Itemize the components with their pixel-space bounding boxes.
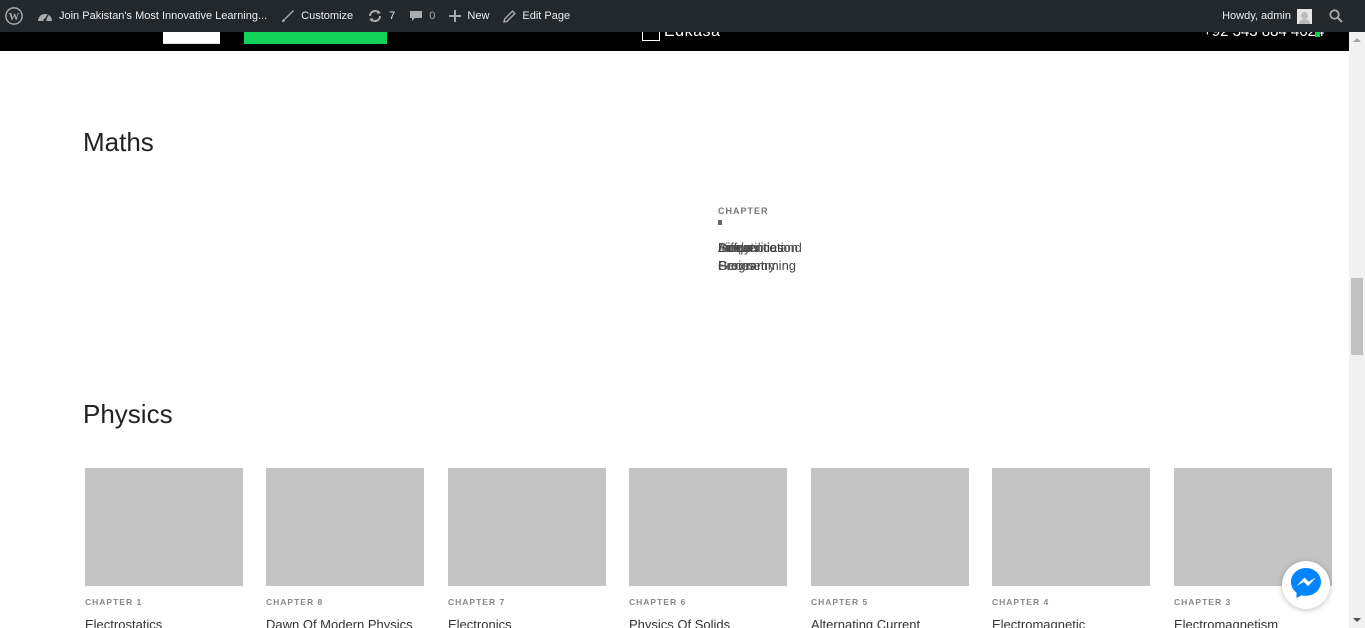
site-logo[interactable]: Edkasa — [664, 32, 720, 41]
new-label: New — [467, 10, 490, 22]
edit-page-link[interactable]: Edit Page — [496, 0, 577, 32]
vertical-scrollbar[interactable] — [1349, 32, 1365, 628]
chapter-number: CHAPTER 6 — [629, 597, 687, 607]
chapter-number: CHAPTER 1 — [85, 597, 143, 607]
updates-count: 7 — [389, 10, 396, 22]
chapter-title[interactable]: Linear Programming — [718, 239, 818, 275]
site-header: Edkasa +92 343 884 4024 — [0, 32, 1349, 51]
howdy-label: Howdy, admin — [1222, 10, 1291, 22]
wp-logo-menu[interactable]: W — [0, 0, 30, 32]
comment-icon — [409, 9, 423, 23]
pencil-icon — [503, 9, 517, 23]
chapter-thumbnail[interactable] — [266, 468, 424, 586]
chapter-number: CHAPTER 8 — [266, 597, 324, 607]
plus-icon — [449, 10, 462, 22]
call-to-action-button[interactable] — [244, 32, 387, 44]
menu-button[interactable] — [163, 32, 220, 44]
chapter-thumbnail[interactable] — [448, 468, 606, 586]
scroll-up-arrow-icon[interactable] — [1349, 32, 1365, 48]
edit-page-label: Edit Page — [522, 10, 571, 22]
phone-number[interactable]: +92 343 884 4024 — [1203, 32, 1324, 40]
chapter-title[interactable]: Physics Of Solids — [629, 617, 787, 628]
maths-section-title: Maths — [83, 127, 154, 157]
customize-label: Customize — [301, 10, 354, 22]
maths-chapter-stack[interactable]: CHAPTER Differentiation Sequence and Ser… — [718, 206, 838, 336]
site-name-menu[interactable]: Join Pakistan's Most Innovative Learning… — [30, 0, 274, 32]
chapter-title[interactable]: Electromagnetic — [992, 617, 1150, 628]
chapter-card[interactable]: CHAPTER 8 Dawn Of Modern Physics — [266, 468, 424, 628]
customize-link[interactable]: Customize — [274, 0, 360, 32]
chapter-title[interactable]: Alternating Current — [811, 617, 969, 628]
search-icon — [1329, 9, 1343, 23]
admin-bar-right: Howdy, admin — [1215, 0, 1365, 32]
admin-bar-left: W Join Pakistan's Most Innovative Learni… — [0, 0, 577, 32]
physics-section-title: Physics — [83, 399, 173, 429]
chapter-title[interactable]: Dawn Of Modern Physics — [266, 617, 424, 628]
avatar — [1297, 8, 1312, 24]
scroll-down-arrow-icon[interactable] — [1349, 612, 1365, 628]
chapter-label: CHAPTER — [718, 206, 769, 216]
brush-icon — [281, 9, 295, 23]
admin-search[interactable] — [1322, 0, 1365, 32]
logo-icon — [642, 32, 660, 41]
chapter-title[interactable]: Electronics — [448, 617, 606, 628]
chapter-number-glyph — [718, 220, 722, 225]
messenger-chat-button[interactable] — [1282, 561, 1330, 609]
my-account-menu[interactable]: Howdy, admin — [1215, 0, 1322, 32]
scrollbar-thumb[interactable] — [1351, 278, 1363, 355]
chapter-number: CHAPTER 4 — [992, 597, 1050, 607]
chapter-thumbnail[interactable] — [992, 468, 1150, 586]
chapter-number: CHAPTER 5 — [811, 597, 869, 607]
chapter-number: CHAPTER 7 — [448, 597, 506, 607]
svg-text:W: W — [9, 11, 20, 23]
chapter-title[interactable]: Electromagnetism — [1174, 617, 1332, 628]
whatsapp-icon — [1315, 32, 1320, 37]
updates-icon — [367, 9, 383, 23]
chapter-thumbnail[interactable] — [811, 468, 969, 586]
comments-count: 0 — [429, 10, 436, 22]
chapter-card[interactable]: CHAPTER 4 Electromagnetic — [992, 468, 1150, 628]
site-name-label: Join Pakistan's Most Innovative Learning… — [59, 10, 268, 22]
new-content-menu[interactable]: New — [442, 0, 496, 32]
chapter-thumbnail[interactable] — [85, 468, 243, 586]
chapter-card[interactable]: CHAPTER 7 Electronics — [448, 468, 606, 628]
chapter-card[interactable]: CHAPTER 5 Alternating Current — [811, 468, 969, 628]
updates-link[interactable]: 7 — [360, 0, 402, 32]
comments-link[interactable]: 0 — [402, 0, 442, 32]
messenger-icon — [1289, 566, 1323, 605]
chapter-card[interactable]: CHAPTER 1 Electrostatics — [85, 468, 243, 628]
wordpress-icon: W — [5, 7, 23, 25]
chapter-card[interactable]: CHAPTER 6 Physics Of Solids — [629, 468, 787, 628]
dashboard-icon — [37, 9, 53, 23]
chapter-thumbnail[interactable] — [629, 468, 787, 586]
chapter-title[interactable]: Electrostatics — [85, 617, 243, 628]
wp-admin-bar: W Join Pakistan's Most Innovative Learni… — [0, 0, 1365, 32]
